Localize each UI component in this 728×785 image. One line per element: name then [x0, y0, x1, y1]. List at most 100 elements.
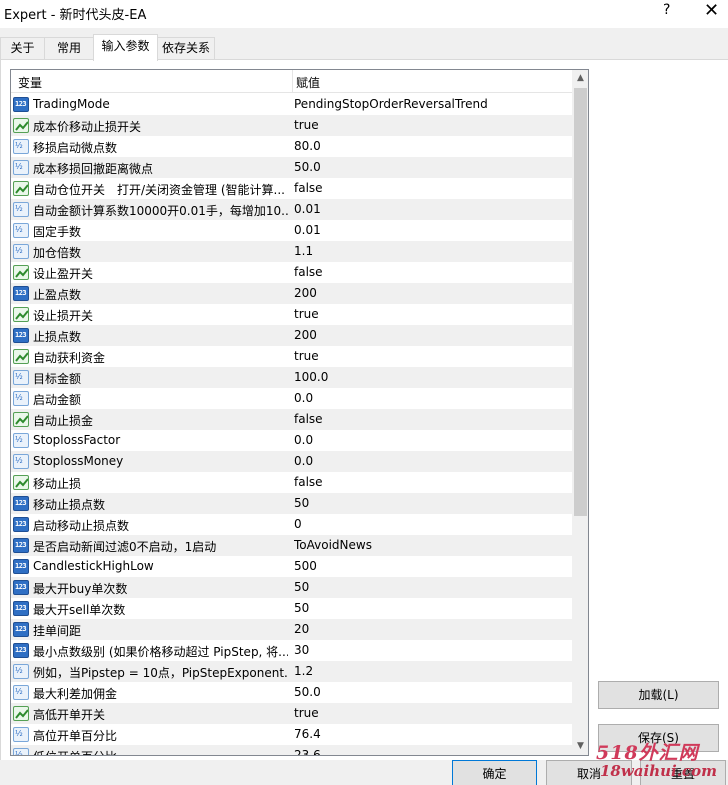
parameter-value[interactable]: 50 — [294, 580, 570, 594]
parameter-value[interactable]: 80.0 — [294, 139, 570, 153]
parameter-name: 自动止损金 — [33, 414, 94, 428]
parameter-value[interactable]: 1.1 — [294, 244, 570, 258]
parameter-row[interactable]: ½ 固定手数 0.01 — [11, 220, 572, 241]
double-type-icon-label: ½ — [15, 456, 23, 465]
parameter-row[interactable]: ½ 最大利差加佣金 50.0 — [11, 682, 572, 703]
parameter-row[interactable]: 123 挂单间距 20 — [11, 619, 572, 640]
parameter-row[interactable]: 123 最大开buy单次数 50 — [11, 577, 572, 598]
parameter-row[interactable]: 设止损开关 true — [11, 304, 572, 325]
parameter-value[interactable]: ToAvoidNews — [294, 538, 570, 552]
parameter-row[interactable]: ½ StoplossMoney 0.0 — [11, 451, 572, 472]
parameter-row[interactable]: ½ 加仓倍数 1.1 — [11, 241, 572, 262]
parameter-value[interactable]: 500 — [294, 559, 570, 573]
watermark-line1: 518外汇网 — [596, 742, 699, 764]
vertical-scrollbar[interactable]: ▲ ▼ — [572, 70, 588, 755]
parameters-grid[interactable]: 变量 赋值 123 TradingMode PendingStopOrderReve… — [10, 69, 589, 756]
parameter-value[interactable]: 20 — [294, 622, 570, 636]
parameter-value[interactable]: true — [294, 118, 570, 132]
ok-button[interactable]: 确定 — [452, 760, 537, 785]
parameter-value[interactable]: 0.0 — [294, 433, 570, 447]
load-button[interactable]: 加载(L) — [598, 681, 719, 709]
parameter-name: 成本价移动止损开关 — [33, 120, 142, 134]
parameter-row[interactable]: 高低开单开关 true — [11, 703, 572, 724]
parameter-value[interactable]: 200 — [294, 328, 570, 342]
parameter-value[interactable]: true — [294, 706, 570, 720]
parameter-row[interactable]: ½ 目标金额 100.0 — [11, 367, 572, 388]
parameter-value[interactable]: 0.01 — [294, 223, 570, 237]
parameter-value[interactable]: 0.0 — [294, 454, 570, 468]
parameter-value[interactable]: PendingStopOrderReversalTrend — [294, 97, 570, 111]
parameter-name: 自动获利资金 — [33, 351, 106, 365]
parameter-value[interactable]: 30 — [294, 643, 570, 657]
parameter-value[interactable]: 50 — [294, 601, 570, 615]
parameter-row[interactable]: 123 TradingMode PendingStopOrderReversalTr… — [11, 94, 572, 115]
parameter-value[interactable]: false — [294, 181, 570, 195]
parameter-name: 设止盈开关 — [33, 267, 94, 281]
parameter-row[interactable]: 123 止盈点数 200 — [11, 283, 572, 304]
tab-about[interactable]: 关于 — [0, 37, 45, 60]
parameter-row[interactable]: 自动止损金 false — [11, 409, 572, 430]
parameter-row[interactable]: ½ 启动金额 0.0 — [11, 388, 572, 409]
parameter-name: 最大开sell单次数 — [33, 603, 126, 617]
parameter-value[interactable]: 76.4 — [294, 727, 570, 741]
parameter-value[interactable]: 100.0 — [294, 370, 570, 384]
scroll-up-icon[interactable]: ▲ — [572, 70, 588, 87]
integer-type-icon: 123 — [13, 286, 29, 301]
parameter-name: 成本移损回撤距离微点 — [33, 162, 154, 176]
parameter-row[interactable]: ½ 自动金额计算系数10000开0.01手，每增加10... 0.01 — [11, 199, 572, 220]
scroll-down-icon[interactable]: ▼ — [572, 738, 588, 755]
parameter-value[interactable]: 0 — [294, 517, 570, 531]
parameter-value[interactable]: false — [294, 475, 570, 489]
parameter-name: 最大开buy单次数 — [33, 582, 128, 596]
parameter-row[interactable]: ½ StoplossFactor 0.0 — [11, 430, 572, 451]
integer-type-icon: 123 — [13, 643, 29, 658]
parameter-value[interactable]: false — [294, 265, 570, 279]
boolean-type-icon — [13, 181, 29, 196]
parameter-value[interactable]: 50.0 — [294, 685, 570, 699]
integer-type-icon: 123 — [13, 328, 29, 343]
parameter-row[interactable]: 123 最大开sell单次数 50 — [11, 598, 572, 619]
integer-type-icon-label: 123 — [15, 331, 27, 339]
tab-dependencies[interactable]: 依存关系 — [157, 37, 215, 60]
integer-type-icon: 123 — [13, 601, 29, 616]
parameter-row[interactable]: 123 CandlestickHighLow 500 — [11, 556, 572, 577]
parameter-value[interactable]: 200 — [294, 286, 570, 300]
column-header-variable[interactable]: 变量 — [18, 74, 42, 91]
parameter-value[interactable]: true — [294, 307, 570, 321]
parameter-row[interactable]: ½ 例如，当Pipstep = 10点，PipStepExponent... 1.2 — [11, 661, 572, 682]
parameter-row[interactable]: 123 是否启动新闻过滤0不启动，1启动 ToAvoidNews — [11, 535, 572, 556]
boolean-type-icon — [13, 706, 29, 721]
parameter-value[interactable]: 1.2 — [294, 664, 570, 678]
parameter-value[interactable]: 23.6 — [294, 748, 570, 755]
parameter-row[interactable]: ½ 移损启动微点数 80.0 — [11, 136, 572, 157]
double-type-icon: ½ — [13, 748, 29, 755]
parameter-value[interactable]: true — [294, 349, 570, 363]
parameter-value[interactable]: false — [294, 412, 570, 426]
parameter-row[interactable]: 成本价移动止损开关 true — [11, 115, 572, 136]
parameter-row[interactable]: 自动获利资金 true — [11, 346, 572, 367]
parameter-row[interactable]: ½ 高位开单百分比 76.4 — [11, 724, 572, 745]
parameter-row[interactable]: 123 止损点数 200 — [11, 325, 572, 346]
tab-inputs[interactable]: 输入参数 — [93, 34, 158, 61]
double-type-icon-label: ½ — [15, 393, 23, 402]
parameter-row[interactable]: 设止盈开关 false — [11, 262, 572, 283]
parameter-value[interactable]: 0.01 — [294, 202, 570, 216]
parameter-row[interactable]: ½ 成本移损回撤距离微点 50.0 — [11, 157, 572, 178]
help-button[interactable]: ? — [663, 2, 670, 18]
tab-common[interactable]: 常用 — [44, 37, 94, 60]
double-type-icon-label: ½ — [15, 687, 23, 696]
parameter-row[interactable]: 移动止损 false — [11, 472, 572, 493]
scrollbar-thumb[interactable] — [574, 88, 587, 516]
parameter-value[interactable]: 0.0 — [294, 391, 570, 405]
parameter-value[interactable]: 50.0 — [294, 160, 570, 174]
parameter-row[interactable]: 自动仓位开关 打开/关闭资金管理 (智能计算... false — [11, 178, 572, 199]
column-header-value[interactable]: 赋值 — [296, 74, 320, 91]
column-separator[interactable] — [292, 70, 293, 93]
parameter-row[interactable]: 123 启动移动止损点数 0 — [11, 514, 572, 535]
parameter-row[interactable]: 123 移动止损点数 50 — [11, 493, 572, 514]
parameter-row[interactable]: ½ 低位开单百分比 23.6 — [11, 745, 572, 755]
double-type-icon-label: ½ — [15, 666, 23, 675]
parameter-value[interactable]: 50 — [294, 496, 570, 510]
close-button[interactable]: ✕ — [704, 0, 719, 21]
parameter-row[interactable]: 123 最小点数级别 (如果价格移动超过 PipStep, 将... 30 — [11, 640, 572, 661]
